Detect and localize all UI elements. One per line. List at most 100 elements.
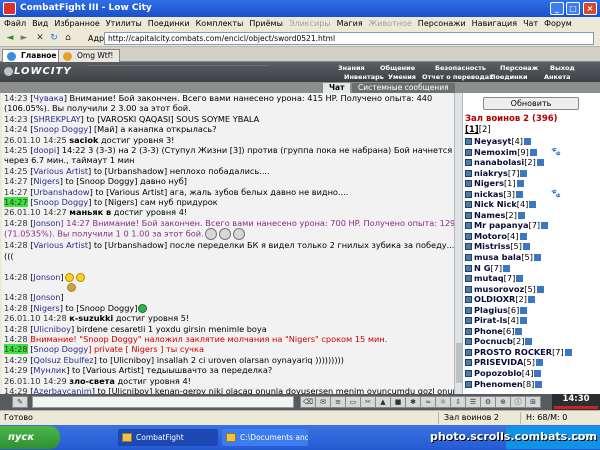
page-link-2[interactable]: [2] — [479, 125, 491, 135]
player-name[interactable]: niakrys — [474, 168, 508, 178]
player-row[interactable]: OLDIOXR[2] — [465, 294, 599, 305]
player-info-icon[interactable] — [516, 275, 524, 283]
chat-player-name[interactable]: маньяк в — [69, 207, 111, 217]
menu-item[interactable]: Форум — [540, 17, 574, 28]
stop-icon[interactable]: ✕ — [34, 32, 46, 44]
chat-sender-nick[interactable]: Jonson — [33, 218, 60, 228]
player-row[interactable]: Nick Nick[4] — [465, 199, 599, 210]
game-nav-3[interactable]: Персонаж — [500, 64, 538, 72]
player-name[interactable]: Motoro — [474, 231, 507, 241]
game-nav-4[interactable]: Выход — [550, 64, 575, 72]
player-row[interactable]: Pirat-ls[4] — [465, 315, 599, 326]
chat-scrollbar[interactable] — [454, 93, 462, 394]
player-row[interactable]: N G[7] — [465, 263, 599, 274]
player-name[interactable]: musorovoz — [474, 284, 524, 294]
player-name[interactable]: Mr papanya — [474, 220, 529, 230]
chat-sender-nick[interactable]: Ulicniboy — [33, 324, 71, 334]
player-row[interactable]: niakrys[7] — [465, 168, 599, 179]
chat-sender-nick[interactable]: Various Artist — [33, 240, 88, 250]
player-info-icon[interactable] — [533, 254, 541, 262]
chat-tool-icon[interactable]: ⚙ — [480, 396, 496, 408]
chat-sender-nick[interactable]: Чувака — [33, 93, 63, 103]
chat-mode-icon[interactable]: ✎ — [12, 396, 28, 408]
player-name[interactable]: Names — [474, 210, 505, 220]
player-name[interactable]: Pirat-ls — [474, 315, 507, 325]
chat-tool-icon[interactable]: ⊕ — [495, 396, 511, 408]
player-info-icon[interactable] — [520, 306, 528, 314]
close-button[interactable]: × — [583, 2, 597, 15]
tab-omg[interactable]: Omg Wtf! — [58, 49, 121, 62]
player-name[interactable]: PRISEVIDA — [474, 357, 523, 367]
player-name[interactable]: Plagius — [474, 305, 508, 315]
player-row[interactable]: PROSTO ROCKER[7] — [465, 347, 599, 358]
player-name[interactable]: nanabolasi — [474, 157, 524, 167]
game-subnav-2[interactable]: Отчет о переводах — [422, 73, 493, 81]
player-info-icon[interactable] — [524, 138, 532, 145]
player-info-icon[interactable] — [519, 232, 527, 240]
chat-sender-nick[interactable]: Nigers — [33, 303, 59, 313]
player-info-icon[interactable] — [517, 211, 525, 219]
player-row[interactable]: Plagius[6] — [465, 305, 599, 316]
player-name[interactable]: musa bala — [474, 252, 521, 262]
chat-player-name[interactable]: saciok — [69, 135, 98, 145]
chat-sender-nick[interactable]: Urbanshadow — [33, 187, 89, 197]
refresh-icon[interactable]: ↻ — [48, 32, 60, 44]
player-name[interactable]: Mistriss — [474, 241, 510, 251]
task-combatfight[interactable]: CombatFight — [118, 429, 218, 446]
chat-sender-nick[interactable]: Jonson — [33, 272, 60, 282]
player-name[interactable]: Pocnucb — [474, 336, 513, 346]
menu-item[interactable]: Эликсиры — [285, 17, 333, 28]
player-info-icon[interactable] — [564, 348, 572, 356]
player-row[interactable]: nickas[3] 🐾 — [465, 189, 599, 200]
menu-item[interactable]: Комплекты — [192, 17, 246, 28]
chat-tool-icon[interactable]: ≈ — [420, 396, 436, 408]
player-row[interactable]: nanabolasi[2] — [465, 157, 599, 168]
player-info-icon[interactable] — [536, 285, 544, 293]
player-row[interactable]: mutaq[7] — [465, 273, 599, 284]
player-info-icon[interactable] — [522, 243, 530, 251]
forward-arrow-icon[interactable]: ► — [18, 32, 30, 44]
tab-chat[interactable]: Чат — [323, 83, 351, 93]
menu-item[interactable]: Файл — [0, 17, 28, 28]
minimize-button[interactable]: _ — [550, 2, 564, 15]
menu-item[interactable]: Поединки — [144, 17, 192, 28]
tab-system-messages[interactable]: Системные сообщения — [352, 83, 455, 93]
player-name[interactable]: PROSTO ROCKER — [474, 347, 552, 357]
chat-tool-icon[interactable]: ✉ — [315, 396, 331, 408]
tab-main[interactable]: Главное — [2, 49, 64, 62]
chat-tool-icon[interactable]: ☼ — [435, 396, 451, 408]
menu-item[interactable]: Приёмы — [245, 17, 285, 28]
player-info-icon[interactable] — [541, 222, 549, 230]
player-row[interactable]: PRISEVIDA[5] — [465, 357, 599, 368]
menu-item[interactable]: Чат — [519, 17, 540, 28]
player-row[interactable]: Phenomen[8] — [465, 379, 599, 390]
chat-tool-icon[interactable]: ✱ — [405, 396, 421, 408]
player-name[interactable]: Nigers — [474, 178, 504, 188]
player-info-icon[interactable] — [515, 190, 523, 198]
player-name[interactable]: OLDIOXR — [474, 294, 515, 304]
back-arrow-icon[interactable]: ◄ — [4, 32, 16, 44]
window-titlebar[interactable]: CombatFight III - Low City _ □ × — [0, 0, 600, 17]
player-name[interactable]: N G — [474, 263, 490, 273]
player-info-icon[interactable] — [515, 327, 523, 335]
task-explorer[interactable]: C:\Documents and Se... — [222, 429, 308, 446]
player-name[interactable]: Phone — [474, 326, 503, 336]
player-name[interactable]: Neyasyt — [474, 136, 511, 146]
player-row[interactable]: musa bala[5] — [465, 252, 599, 263]
player-info-icon[interactable] — [535, 359, 543, 367]
player-row[interactable]: Pocnucb[2] — [465, 336, 599, 347]
chat-tool-icon[interactable]: ⌫ — [300, 396, 316, 408]
player-row[interactable]: Mr papanya[7] — [465, 220, 599, 231]
chat-sender-nick[interactable]: Snoop Doggy — [33, 124, 88, 134]
player-name[interactable]: Nemoxim — [474, 147, 517, 157]
player-name[interactable]: nickas — [474, 189, 503, 199]
chat-tool-icon[interactable]: ▲ — [375, 396, 391, 408]
menu-item[interactable]: Утилиты — [102, 17, 144, 28]
player-row[interactable]: musorovoz[5] — [465, 284, 599, 295]
chat-sender-nick[interactable]: Qolsuz Ebulfez — [33, 355, 93, 365]
chat-sender-nick[interactable]: Nigers — [33, 176, 59, 186]
chat-sender-nick[interactable]: Snoop Doggy — [33, 344, 88, 354]
game-subnav-1[interactable]: Умения — [388, 73, 416, 81]
player-info-icon[interactable] — [535, 380, 543, 388]
menu-item[interactable]: Животное — [365, 17, 414, 28]
